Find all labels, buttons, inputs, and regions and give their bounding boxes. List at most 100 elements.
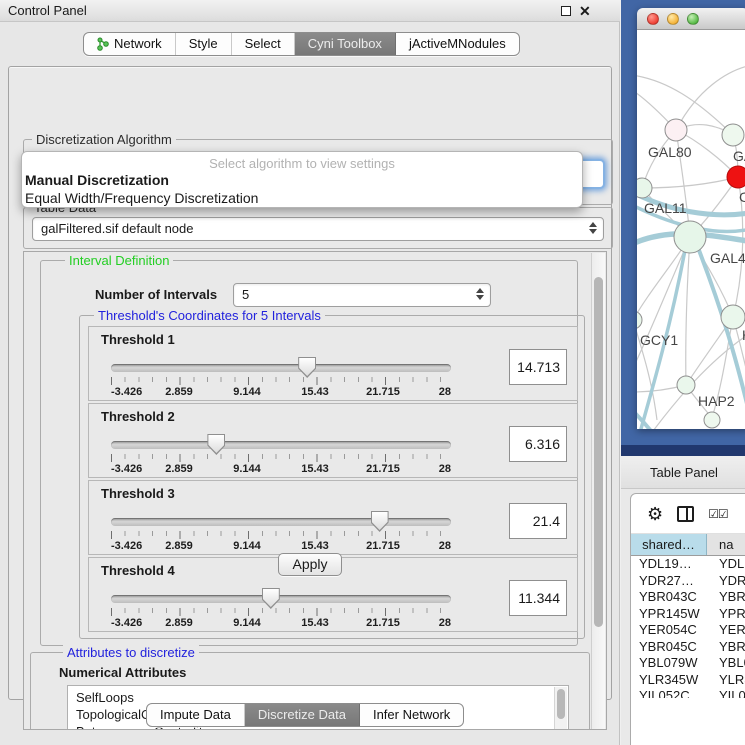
option-equal-width-frequency[interactable]: Equal Width/Frequency Discretization [22, 189, 582, 207]
tab-impute-data[interactable]: Impute Data [147, 704, 245, 726]
tab-jactivemnodules[interactable]: jActiveMNodules [396, 33, 519, 55]
table-row[interactable]: YDR27…YDR2 [631, 573, 745, 590]
panel-title: Control Panel [8, 3, 87, 18]
popup-placeholder: Select algorithm to view settings [22, 152, 582, 171]
threshold-1-label: Threshold 1 [101, 332, 175, 347]
columns-icon[interactable] [677, 506, 694, 522]
numerical-attributes-label: Numerical Attributes [59, 665, 186, 680]
table-toolbar: ⚙ ☑☑ [631, 494, 745, 534]
network-canvas[interactable]: GAL80 GA C GAL11 GAL4 GCY1 H HAP2 [637, 30, 745, 429]
scrollbar-thumb[interactable] [557, 689, 565, 719]
apply-button[interactable]: Apply [278, 553, 342, 576]
threshold-2-slider[interactable]: -3.426 2.859 9.144 15.43 21.715 28 [111, 432, 451, 476]
table-row[interactable]: YDL19…YDL1 [631, 556, 745, 573]
table-row[interactable]: YBR045CYBR0 [631, 639, 745, 656]
group-title: Threshold's Coordinates for 5 Intervals [94, 308, 325, 323]
slider-track[interactable] [111, 518, 451, 526]
select-columns-checkboxes-icon[interactable]: ☑☑ [708, 508, 728, 520]
desktop-strip [621, 445, 745, 456]
node-table: shared… na YDL19…YDL1 YDR27…YDR2 YBR043C… [631, 534, 745, 698]
node-gal11[interactable] [637, 178, 652, 198]
option-manual-discretization[interactable]: Manual Discretization [22, 171, 582, 189]
settings-scrollbar[interactable] [591, 253, 605, 730]
num-intervals-label: Number of Intervals [95, 287, 217, 302]
node-red-selected[interactable] [727, 166, 745, 188]
table-row[interactable]: YBL079WYBL0 [631, 655, 745, 672]
gear-icon[interactable]: ⚙ [647, 505, 663, 523]
threshold-1-value-field[interactable]: 14.713 [509, 349, 567, 385]
zoom-window-icon[interactable] [687, 13, 699, 25]
slider-track[interactable] [111, 441, 451, 449]
node-gal4[interactable] [674, 221, 706, 253]
column-header-name[interactable]: na [707, 534, 745, 555]
threshold-3-label: Threshold 3 [101, 486, 175, 501]
node-label: GAL80 [648, 144, 692, 160]
node-label: GCY1 [640, 332, 678, 348]
list-scrollbar[interactable] [554, 687, 567, 730]
table-panel-titlebar: Table Panel [621, 456, 745, 489]
threshold-4-slider[interactable]: -3.426 2.859 9.144 15.43 21.715 28 [111, 586, 451, 630]
threshold-1-panel: Threshold 1 -3.426 2.859 9.144 15.43 [88, 326, 578, 401]
table-panel: Table Panel ⚙ ☑☑ shared… na YDL19…YDL1 Y… [621, 456, 745, 745]
close-panel-icon[interactable]: ✕ [579, 2, 591, 20]
node-gcy1[interactable] [637, 311, 642, 329]
node-table-container: ⚙ ☑☑ shared… na YDL19…YDL1 YDR27…YDR2 YB… [630, 493, 745, 745]
tab-cyni-toolbox[interactable]: Cyni Toolbox [295, 33, 396, 55]
minimize-window-icon[interactable] [667, 13, 679, 25]
table-data-group: Table Data galFiltered.sif default node [23, 207, 613, 249]
node-top-right[interactable] [722, 124, 744, 146]
thresholds-coordinates-group: Threshold's Coordinates for 5 Intervals … [79, 315, 585, 639]
tab-network[interactable]: Network [84, 33, 176, 55]
tab-infer-network[interactable]: Infer Network [360, 704, 463, 726]
toolbox-tabstrip: Network Style Select Cyni Toolbox jActiv… [83, 32, 520, 56]
num-intervals-combobox[interactable]: 5 [233, 283, 491, 307]
slider-ticks [111, 377, 451, 385]
slider-ticks [111, 454, 451, 462]
slider-thumb[interactable] [371, 511, 389, 532]
combo-stepper-icon [589, 222, 597, 234]
node-h[interactable] [721, 305, 745, 329]
slider-thumb[interactable] [262, 588, 280, 609]
tab-style[interactable]: Style [176, 33, 232, 55]
slider-track[interactable] [111, 364, 451, 372]
close-window-icon[interactable] [647, 13, 659, 25]
threshold-3-value-field[interactable]: 21.4 [509, 503, 567, 539]
node-label: GAL11 [644, 200, 687, 216]
interval-definition-group: Interval Definition Number of Intervals … [40, 260, 578, 646]
threshold-1-slider[interactable]: -3.426 2.859 9.144 15.43 21.715 28 [111, 355, 451, 399]
tab-select[interactable]: Select [232, 33, 295, 55]
apply-row: Apply [9, 546, 611, 586]
table-row[interactable]: YPR145WYPR1 [631, 606, 745, 623]
group-title: Discretization Algorithm [32, 132, 176, 147]
network-window-titlebar[interactable] [637, 8, 745, 30]
float-panel-icon[interactable] [561, 6, 571, 16]
table-panel-title: Table Panel [650, 465, 718, 480]
network-desktop-area: GAL80 GA C GAL11 GAL4 GCY1 H HAP2 [621, 0, 745, 456]
node-gal80[interactable] [665, 119, 687, 141]
node-hap2[interactable] [677, 376, 695, 394]
slider-tick-labels: -3.426 2.859 9.144 15.43 21.715 28 [111, 386, 451, 399]
slider-ticks [111, 608, 451, 616]
slider-ticks [111, 531, 451, 539]
node-label: C [739, 189, 745, 205]
table-row[interactable]: YER054CYER0 [631, 622, 745, 639]
node-label: GAL4 [710, 250, 745, 266]
tab-discretize-data[interactable]: Discretize Data [245, 704, 360, 726]
table-row[interactable]: YBR043CYBR0 [631, 589, 745, 606]
threshold-2-value-field[interactable]: 6.316 [509, 426, 567, 462]
table-data-combobox[interactable]: galFiltered.sif default node [32, 217, 604, 241]
cyni-main-panel: Discretization Algorithm Select algorith… [8, 66, 612, 700]
cyni-mode-tabstrip: Impute Data Discretize Data Infer Networ… [146, 703, 464, 727]
group-title: Attributes to discretize [63, 645, 199, 660]
threshold-2-label: Threshold 2 [101, 409, 175, 424]
slider-thumb[interactable] [298, 357, 316, 378]
node-bottom-partial[interactable] [704, 412, 720, 428]
combo-stepper-icon [476, 288, 484, 300]
slider-track[interactable] [111, 595, 451, 603]
column-header-shared-name[interactable]: shared… [631, 534, 707, 555]
slider-thumb[interactable] [207, 434, 225, 455]
node-label: GA [733, 148, 745, 164]
slider-tick-labels: -3.426 2.859 9.144 15.43 21.715 28 [111, 617, 451, 630]
table-row[interactable]: YIL052CYIL0 [631, 688, 745, 698]
table-row[interactable]: YLR345WYLR3 [631, 672, 745, 689]
